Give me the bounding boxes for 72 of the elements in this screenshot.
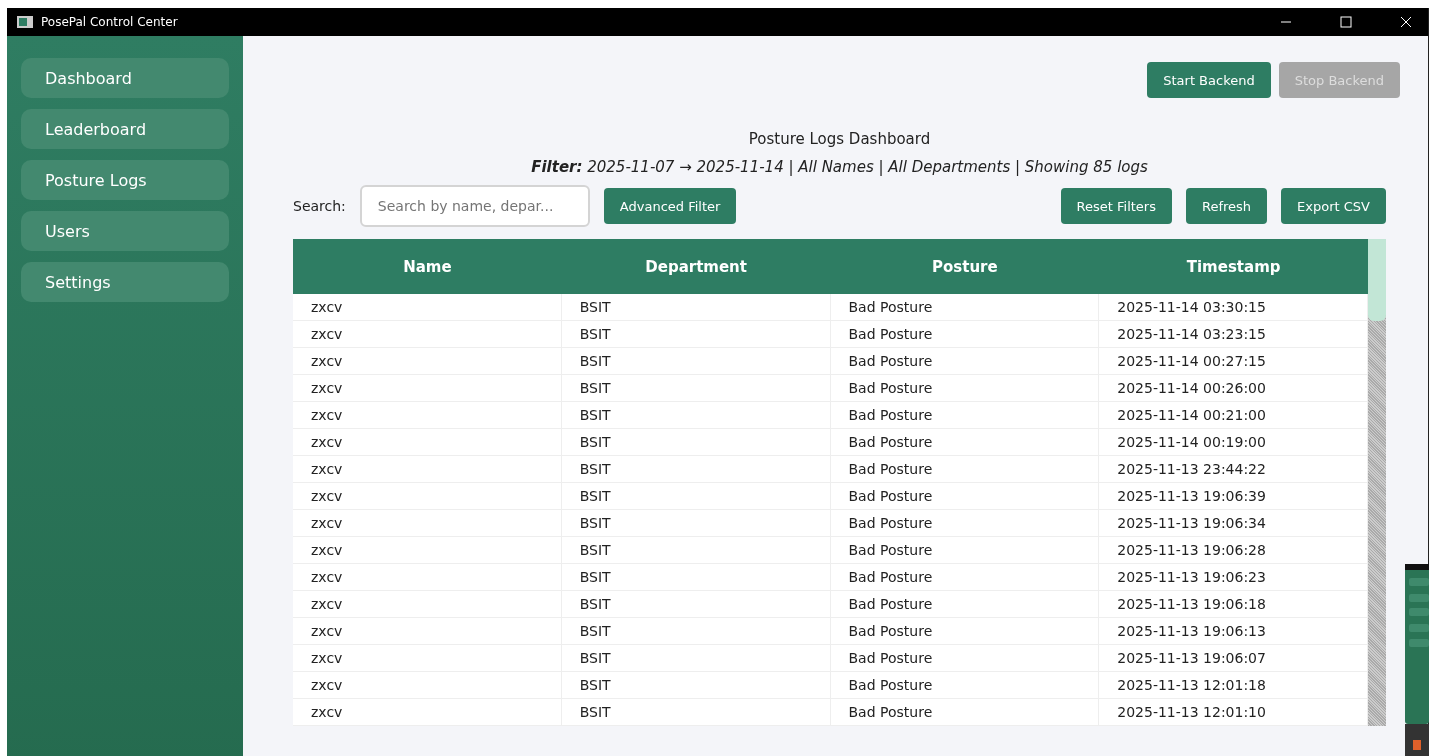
table-cell: zxcv — [293, 456, 562, 482]
table-cell: Bad Posture — [830, 402, 1100, 428]
table-cell: zxcv — [293, 348, 562, 374]
table-cell: zxcv — [293, 402, 562, 428]
table-cell: Bad Posture — [830, 672, 1100, 698]
table-cell: BSIT — [561, 537, 831, 563]
table-cell: Bad Posture — [830, 348, 1100, 374]
table-cell: zxcv — [293, 564, 562, 590]
table-cell: BSIT — [561, 591, 831, 617]
table-cell: zxcv — [293, 429, 562, 455]
table-cell: BSIT — [561, 645, 831, 671]
table-cell: BSIT — [561, 483, 831, 509]
table-cell: BSIT — [561, 510, 831, 536]
column-header[interactable]: Posture — [830, 257, 1100, 276]
sidebar-item[interactable]: Posture Logs — [21, 160, 229, 200]
column-header[interactable]: Name — [293, 257, 562, 276]
table-cell: BSIT — [561, 402, 831, 428]
maximize-icon[interactable] — [1340, 16, 1352, 28]
scrollbar[interactable] — [1368, 239, 1386, 726]
table-cell: BSIT — [561, 348, 831, 374]
app-icon — [17, 16, 33, 28]
toolbar-button[interactable]: Refresh — [1186, 188, 1268, 224]
table-cell: Bad Posture — [830, 618, 1100, 644]
toolbar-button[interactable]: Export CSV — [1281, 188, 1386, 224]
table-cell: Bad Posture — [830, 483, 1100, 509]
table-cell: BSIT — [561, 618, 831, 644]
advanced-filter-button[interactable]: Advanced Filter — [603, 188, 737, 224]
table-cell: BSIT — [561, 699, 831, 725]
table-cell: Bad Posture — [830, 591, 1100, 617]
search-label: Search: — [293, 198, 346, 214]
column-header[interactable]: Timestamp — [1099, 257, 1368, 276]
table-cell: BSIT — [561, 321, 831, 347]
page-heading: Posture Logs Dashboard — [747, 130, 932, 148]
table-cell: zxcv — [293, 537, 562, 563]
sidebar-item[interactable]: Users — [21, 211, 229, 251]
table-cell: Bad Posture — [830, 699, 1100, 725]
filter-summary: Filter: 2025-11-07 → 2025-11-14 | All Names | All Departments | Showing 85 logs — [530, 158, 1149, 176]
backend-button[interactable]: Start Backend — [1147, 62, 1271, 98]
table-cell: zxcv — [293, 321, 562, 347]
table-cell: zxcv — [293, 375, 562, 401]
table-cell: BSIT — [561, 294, 831, 320]
sidebar-item[interactable]: Settings — [21, 262, 229, 302]
table-cell: zxcv — [293, 645, 562, 671]
table-cell: zxcv — [293, 672, 562, 698]
search-field[interactable]: Search by name, depar... — [359, 185, 590, 227]
table-cell: Bad Posture — [830, 321, 1100, 347]
table-cell: Bad Posture — [830, 510, 1100, 536]
table-cell: BSIT — [561, 429, 831, 455]
table-cell: BSIT — [561, 564, 831, 590]
table-cell: Bad Posture — [830, 645, 1100, 671]
table-cell: zxcv — [293, 699, 562, 725]
close-icon[interactable] — [1400, 16, 1412, 28]
sidebar-item[interactable]: Leaderboard — [21, 109, 229, 149]
scrollbar-thumb[interactable] — [1368, 239, 1386, 321]
window-title: PosePal Control Center — [41, 15, 178, 29]
table-cell: zxcv — [293, 483, 562, 509]
table-cell: BSIT — [561, 375, 831, 401]
table-cell: zxcv — [293, 591, 562, 617]
toolbar-button[interactable]: Reset Filters — [1060, 188, 1172, 224]
table-cell: BSIT — [561, 672, 831, 698]
table-cell: Bad Posture — [830, 294, 1100, 320]
table-cell: Bad Posture — [830, 564, 1100, 590]
table-cell: zxcv — [293, 294, 562, 320]
table-cell: Bad Posture — [830, 537, 1100, 563]
column-header[interactable]: Department — [561, 257, 831, 276]
table-cell: Bad Posture — [830, 456, 1100, 482]
sidebar-item[interactable]: Dashboard — [21, 58, 229, 98]
table-cell: zxcv — [293, 510, 562, 536]
table-cell: zxcv — [293, 618, 562, 644]
table-cell: BSIT — [561, 456, 831, 482]
table-cell: Bad Posture — [830, 429, 1100, 455]
table-cell: Bad Posture — [830, 375, 1100, 401]
